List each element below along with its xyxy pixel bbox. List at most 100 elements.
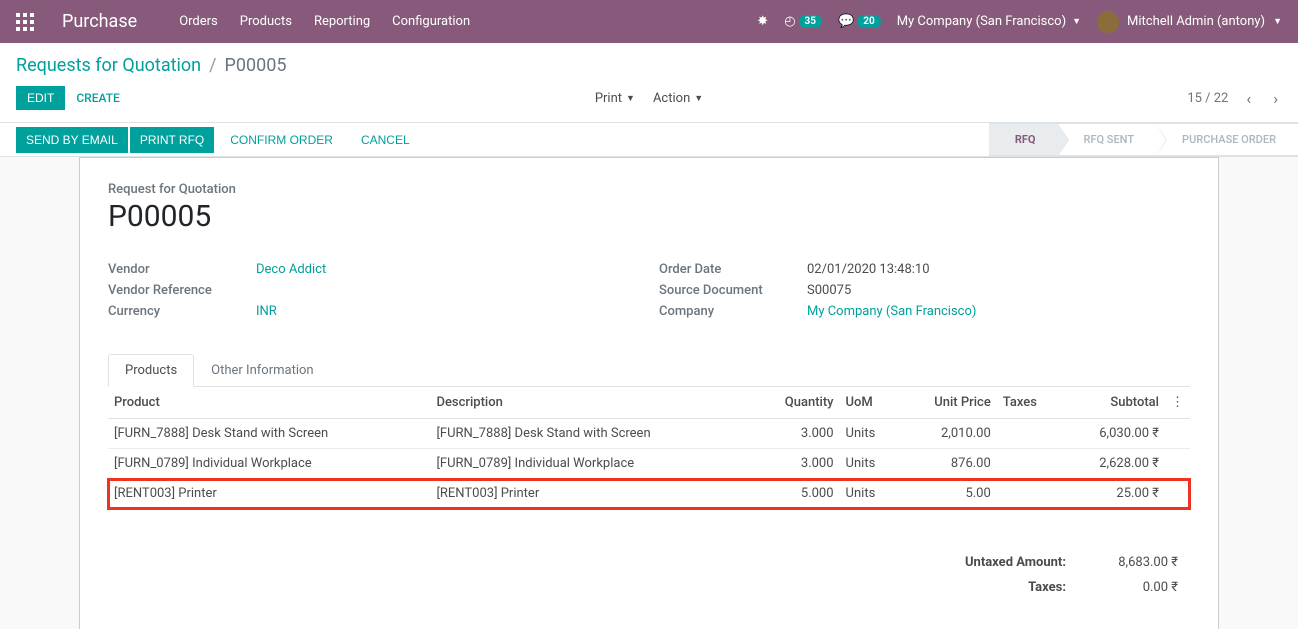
pager-prev[interactable]: ‹ — [1242, 89, 1255, 108]
nav-menu: Orders Products Reporting Configuration — [179, 14, 470, 29]
pager-next[interactable]: › — [1269, 89, 1282, 108]
chevron-down-icon: ▼ — [694, 93, 703, 104]
company-switcher[interactable]: My Company (San Francisco) ▼ — [897, 14, 1081, 29]
tabs: Products Other Information — [108, 353, 1190, 387]
nav-right: ✸ ◴ 35 💬 20 My Company (San Francisco) ▼… — [757, 11, 1282, 33]
cell-description: [FURN_7888] Desk Stand with Screen — [430, 419, 752, 449]
table-row[interactable]: [FURN_7888] Desk Stand with Screen[FURN_… — [108, 419, 1190, 449]
cell-taxes — [997, 419, 1063, 449]
cell-taxes — [997, 449, 1063, 479]
vendor-ref-label: Vendor Reference — [108, 283, 256, 298]
cell-description: [RENT003] Printer — [430, 479, 752, 509]
cell-unit-price: 876.00 — [899, 449, 997, 479]
cell-product: [FURN_0789] Individual Workplace — [108, 449, 430, 479]
cell-subtotal: 2,628.00 ₹ — [1063, 449, 1165, 479]
cell-empty — [1165, 479, 1190, 509]
cell-quantity: 5.000 — [753, 479, 840, 509]
cell-subtotal: 25.00 ₹ — [1063, 479, 1165, 509]
tray-messages[interactable]: 💬 20 — [838, 14, 881, 29]
col-quantity[interactable]: Quantity — [753, 387, 840, 419]
currency-value[interactable]: INR — [256, 304, 277, 319]
status-steps: RFQ RFQ Sent Purchase Order — [989, 123, 1298, 156]
breadcrumb-sep: / — [209, 55, 216, 76]
cell-uom: Units — [840, 419, 899, 449]
untaxed-label: Untaxed Amount: — [955, 551, 1076, 574]
company-value[interactable]: My Company (San Francisco) — [807, 304, 976, 319]
menu-orders[interactable]: Orders — [179, 14, 218, 29]
cell-unit-price: 2,010.00 — [899, 419, 997, 449]
clock-badge: 35 — [799, 15, 822, 28]
cell-quantity: 3.000 — [753, 449, 840, 479]
chat-badge: 20 — [857, 15, 880, 28]
status-bar: Send by Email Print RFQ Confirm Order Ca… — [0, 123, 1298, 157]
cell-empty — [1165, 449, 1190, 479]
create-button[interactable]: Create — [65, 86, 130, 110]
col-description[interactable]: Description — [430, 387, 752, 419]
col-options-icon[interactable]: ⋮ — [1165, 387, 1190, 419]
cell-unit-price: 5.00 — [899, 479, 997, 509]
chevron-down-icon: ▼ — [1273, 16, 1282, 27]
print-dropdown[interactable]: Print▼ — [595, 91, 635, 106]
cancel-button[interactable]: Cancel — [347, 127, 424, 153]
form-title: P00005 — [108, 199, 1190, 234]
cell-empty — [1165, 419, 1190, 449]
send-email-button[interactable]: Send by Email — [16, 127, 128, 153]
untaxed-value: 8,683.00 ₹ — [1078, 551, 1188, 574]
col-product[interactable]: Product — [108, 387, 430, 419]
table-row[interactable]: [RENT003] Printer[RENT003] Printer5.000U… — [108, 479, 1190, 509]
step-purchase-order[interactable]: Purchase Order — [1156, 123, 1298, 156]
chevron-down-icon: ▼ — [626, 93, 635, 104]
top-nav: Purchase Orders Products Reporting Confi… — [0, 0, 1298, 43]
col-subtotal[interactable]: Subtotal — [1063, 387, 1165, 419]
apps-icon[interactable] — [16, 13, 34, 31]
vendor-value[interactable]: Deco Addict — [256, 262, 326, 277]
cell-uom: Units — [840, 449, 899, 479]
action-dropdown[interactable]: Action▼ — [653, 91, 703, 106]
order-lines-table: Product Description Quantity UoM Unit Pr… — [108, 387, 1190, 509]
col-uom[interactable]: UoM — [840, 387, 899, 419]
user-name: Mitchell Admin (antony) — [1127, 14, 1265, 29]
user-menu[interactable]: Mitchell Admin (antony) ▼ — [1097, 11, 1282, 33]
order-date-label: Order Date — [659, 262, 807, 277]
menu-configuration[interactable]: Configuration — [392, 14, 470, 29]
step-rfq[interactable]: RFQ — [989, 123, 1058, 156]
menu-products[interactable]: Products — [240, 14, 292, 29]
cell-description: [FURN_0789] Individual Workplace — [430, 449, 752, 479]
vendor-label: Vendor — [108, 262, 256, 277]
edit-button[interactable]: Edit — [16, 86, 65, 110]
app-title[interactable]: Purchase — [62, 11, 137, 32]
col-unit-price[interactable]: Unit Price — [899, 387, 997, 419]
print-rfq-button[interactable]: Print RFQ — [130, 127, 214, 153]
company-name: My Company (San Francisco) — [897, 14, 1066, 29]
tab-other-info[interactable]: Other Information — [194, 354, 330, 387]
chat-icon: 💬 — [838, 14, 854, 29]
tab-products[interactable]: Products — [108, 354, 194, 387]
cell-product: [FURN_7888] Desk Stand with Screen — [108, 419, 430, 449]
company-label: Company — [659, 304, 807, 319]
source-doc-label: Source Document — [659, 283, 807, 298]
breadcrumb-current: P00005 — [225, 55, 287, 76]
taxes-total-label: Taxes: — [955, 576, 1076, 599]
menu-reporting[interactable]: Reporting — [314, 14, 370, 29]
cell-quantity: 3.000 — [753, 419, 840, 449]
bug-icon[interactable]: ✸ — [757, 14, 768, 29]
order-date-value: 02/01/2020 13:48:10 — [807, 262, 930, 277]
control-bar: Edit Create Print▼ Action▼ 15 / 22 ‹ › — [0, 80, 1298, 123]
col-taxes[interactable]: Taxes — [997, 387, 1063, 419]
source-doc-value: S00075 — [807, 283, 851, 298]
form-scroll[interactable]: Request for Quotation P00005 VendorDeco … — [0, 157, 1298, 629]
breadcrumb: Requests for Quotation / P00005 — [0, 43, 1298, 80]
breadcrumb-root[interactable]: Requests for Quotation — [16, 55, 201, 76]
cell-uom: Units — [840, 479, 899, 509]
cell-product: [RENT003] Printer — [108, 479, 430, 509]
currency-label: Currency — [108, 304, 256, 319]
tray-clock[interactable]: ◴ 35 — [784, 14, 822, 29]
pager-count: 15 / 22 — [1187, 91, 1228, 106]
avatar — [1097, 11, 1119, 33]
confirm-order-button[interactable]: Confirm Order — [216, 127, 347, 153]
table-row[interactable]: [FURN_0789] Individual Workplace[FURN_07… — [108, 449, 1190, 479]
step-rfq-sent[interactable]: RFQ Sent — [1058, 123, 1157, 156]
form-type-label: Request for Quotation — [108, 182, 1190, 197]
cell-taxes — [997, 479, 1063, 509]
chevron-down-icon: ▼ — [1072, 16, 1081, 27]
